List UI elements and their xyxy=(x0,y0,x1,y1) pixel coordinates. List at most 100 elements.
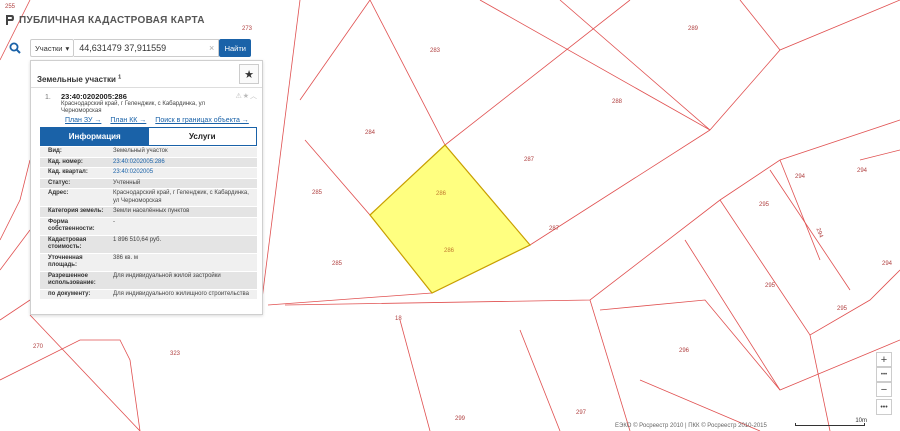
warning-icon[interactable]: ⚠ xyxy=(235,93,242,100)
scale-bar: 10m xyxy=(795,418,873,427)
attr-value: 1 896 510,64 руб. xyxy=(113,236,162,243)
search-bar: Участки ▾ 44,631479 37,911559 × Найти xyxy=(5,38,263,58)
attr-value: Учтенный xyxy=(113,179,141,186)
result-item[interactable]: 1. 23:40:0202005:286 Краснодарский край,… xyxy=(31,88,262,124)
chevron-down-icon: ▾ xyxy=(65,43,70,53)
link-plan-kk[interactable]: План КК → xyxy=(110,117,146,124)
attr-value: Для индивидуального жилищного строительс… xyxy=(113,290,249,297)
search-input[interactable]: 44,631479 37,911559 × xyxy=(74,39,220,57)
search-type-select[interactable]: Участки ▾ xyxy=(30,39,75,57)
find-button[interactable]: Найти xyxy=(219,39,252,57)
parcel-label: 295 xyxy=(759,202,770,208)
parcel-label: 294 xyxy=(857,168,868,174)
zoom-in-button[interactable]: + xyxy=(876,352,892,367)
parcel-label: 287 xyxy=(524,157,535,163)
parcel-label: 270 xyxy=(33,344,44,350)
attr-row: Категория земель: Земли населённых пункто… xyxy=(40,207,257,218)
attr-key: Вид: xyxy=(48,148,62,154)
attr-row: Кад. номер: 23:40:0202005:286 xyxy=(40,157,257,168)
attr-key: Форма собственности: xyxy=(48,218,95,233)
attr-key: Статус: xyxy=(48,179,71,186)
parcel-label: 295 xyxy=(765,283,776,289)
parcel-label: 18 xyxy=(395,316,402,322)
panel-title: Земельные участки 1 xyxy=(37,74,122,84)
result-cad-number[interactable]: 23:40:0202005:286 xyxy=(61,92,258,101)
link-search-bounds[interactable]: Поиск в границах объекта → xyxy=(155,117,249,124)
zoom-level-dots[interactable]: ••• xyxy=(876,367,892,382)
parcel-label: 297 xyxy=(576,410,587,416)
attr-row: Адрес: Краснодарский край, г Геленджик, с… xyxy=(40,189,257,207)
link-plan-zu[interactable]: План ЗУ → xyxy=(65,117,101,124)
attr-key: Категория земель: xyxy=(48,208,104,214)
collapse-icon[interactable]: ︿ xyxy=(250,93,258,100)
attributes-table: Вид: Земельный участок Кад. номер: 23:40:0… xyxy=(40,147,257,300)
attr-row: Разрешенное использование: Для индивидуал… xyxy=(40,271,257,290)
attr-row: Уточненная площадь: 386 кв. м xyxy=(40,253,257,272)
zoom-controls: + ••• − xyxy=(876,352,892,397)
parcel-label: 273 xyxy=(242,26,253,32)
result-address: Краснодарский край, г Геленджик, с Кабар… xyxy=(61,101,205,114)
parcel-label: 286 xyxy=(444,248,455,254)
attr-value: - xyxy=(113,218,115,225)
attr-value: Для индивидуальной жилой застройки xyxy=(113,272,221,279)
parcel-label: 283 xyxy=(430,48,441,54)
parcel-label: 255 xyxy=(5,4,16,10)
search-query: 44,631479 37,911559 xyxy=(79,43,167,53)
attr-value[interactable]: 23:40:0202005:286 xyxy=(110,158,257,168)
results-panel: Земельные участки 1 ★ 1. 23:40:0202005:2… xyxy=(30,60,263,315)
attr-row: Кад. квартал: 23:40:0202005 xyxy=(40,168,257,179)
more-options-button[interactable]: ••• xyxy=(876,399,892,415)
attr-row: Статус: Учтенный xyxy=(40,178,257,189)
attr-key: Кад. квартал: xyxy=(48,169,88,175)
attr-row: Кадастровая стоимость: 1 896 510,64 руб. xyxy=(40,235,257,254)
result-index: 1. xyxy=(45,94,51,101)
info-tabs: Информация Услуги xyxy=(40,127,257,146)
parcel-label: 288 xyxy=(612,99,623,105)
attr-key: Уточненная площадь: xyxy=(48,254,83,269)
app-title: ПУБЛИЧНАЯ КАДАСТРОВАЯ КАРТА xyxy=(19,14,205,26)
parcel-label: 284 xyxy=(365,130,376,136)
attr-key: Кад. номер: xyxy=(48,158,83,165)
attr-value: Краснодарский край, г Геленджик, с Кабар… xyxy=(113,190,249,204)
panel-header: Земельные участки 1 ★ xyxy=(31,61,262,88)
panel-title-text: Земельные участки xyxy=(37,75,116,84)
logo-icon xyxy=(6,15,14,25)
tab-info[interactable]: Информация xyxy=(41,128,149,145)
parcel-label: 294 xyxy=(795,174,806,180)
star-icon: ★ xyxy=(244,68,254,81)
parcel-label: 323 xyxy=(170,351,181,357)
attr-value[interactable]: 23:40:0202005 xyxy=(110,168,257,178)
search-type-label: Участки xyxy=(35,43,63,53)
result-actions[interactable]: ⚠★︿ xyxy=(235,91,258,101)
search-icon[interactable] xyxy=(5,38,25,58)
parcel-label: 285 xyxy=(332,261,343,267)
attr-key: по документу: xyxy=(48,290,91,297)
attr-row: по документу: Для индивидуального жилищно… xyxy=(40,289,257,300)
attr-value: 386 кв. м xyxy=(113,254,138,261)
favorite-button[interactable]: ★ xyxy=(239,64,259,84)
scale-label: 10m xyxy=(855,418,867,424)
attr-row: Вид: Земельный участок xyxy=(40,147,257,158)
attribution: ЕЭКО © Росреестр 2010 | ПКК © Росреестр … xyxy=(615,423,767,429)
zoom-out-button[interactable]: − xyxy=(876,382,892,397)
attr-key: Адрес: xyxy=(48,190,69,196)
parcel-label: 289 xyxy=(688,26,699,32)
attr-value: Земли населённых пунктов xyxy=(113,208,190,214)
attr-key: Кадастровая стоимость: xyxy=(48,236,87,251)
parcel-label: 299 xyxy=(455,416,466,422)
app-header: ПУБЛИЧНАЯ КАДАСТРОВАЯ КАРТА xyxy=(5,14,205,26)
attr-row: Форма собственности: - xyxy=(40,217,257,236)
result-count: 1 xyxy=(118,74,122,81)
parcel-label: 285 xyxy=(312,190,323,196)
parcel-label: 286 xyxy=(436,191,447,197)
attr-key: Разрешенное использование: xyxy=(48,272,96,287)
attr-value: Земельный участок xyxy=(113,148,168,154)
selected-parcel xyxy=(369,144,531,294)
parcel-label: 295 xyxy=(837,306,848,312)
clear-icon[interactable]: × xyxy=(209,43,214,53)
parcel-label: 287 xyxy=(549,226,560,232)
tab-services[interactable]: Услуги xyxy=(148,128,256,145)
result-links: План ЗУ → План КК → Поиск в границах объ… xyxy=(65,117,258,124)
star-outline-icon[interactable]: ★ xyxy=(243,93,250,100)
parcel-label: 296 xyxy=(679,348,690,354)
